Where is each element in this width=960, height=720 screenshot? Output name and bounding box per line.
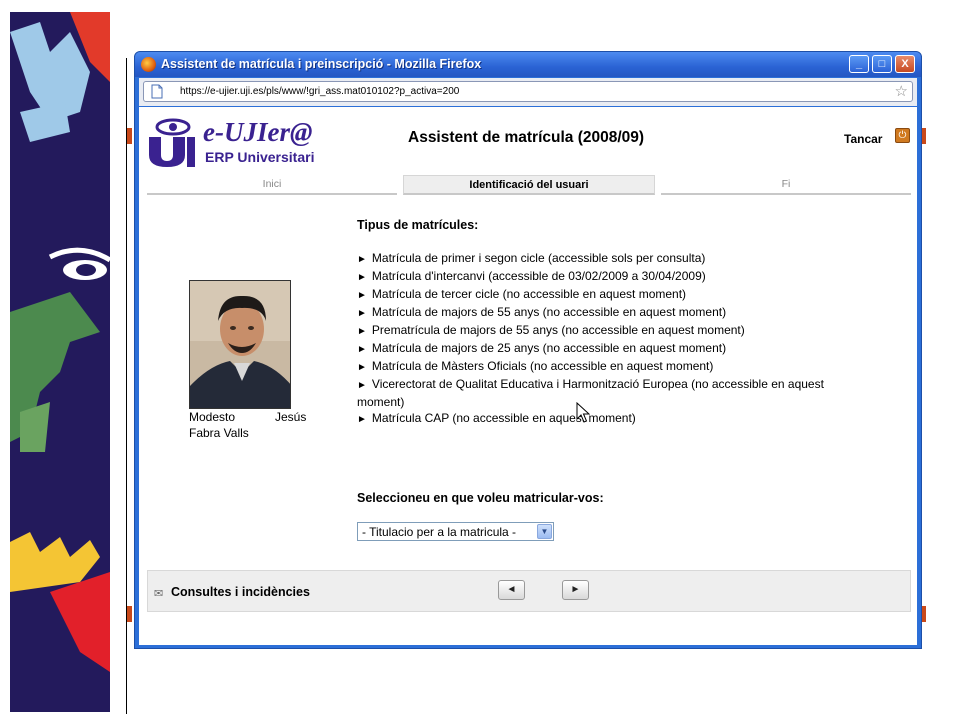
list-item-text: Matrícula de primer i segon cicle (acces… <box>371 251 706 265</box>
dropdown-arrow-icon[interactable]: ▼ <box>537 524 552 539</box>
brand-subtitle: ERP Universitari <box>205 149 315 165</box>
decorative-banner <box>10 12 110 712</box>
queries-link[interactable]: Consultes i incidències <box>171 585 310 599</box>
mail-icon: ✉ <box>154 588 164 600</box>
bullet-arrow-icon: ► <box>357 326 367 337</box>
middle-name: Jesús <box>275 410 307 424</box>
close-window-button[interactable]: X <box>895 55 915 73</box>
degree-select[interactable]: - Titulacio per a la matricula - ▼ <box>357 522 554 541</box>
list-item[interactable]: ► Matrícula d'intercanvi (accessible de 0… <box>357 268 837 286</box>
step-label: Fi <box>781 178 791 190</box>
step-end: Fi <box>661 175 911 195</box>
list-item-text: Matrícula CAP (no accessible en aquest m… <box>371 411 636 425</box>
url-text: https://e-ujier.uji.es/pls/www/!gri_ass.… <box>180 86 460 97</box>
list-item[interactable]: ► Matrícula de majors de 25 anys (no acce… <box>357 340 837 358</box>
first-name: Modesto <box>189 410 236 424</box>
slide-marker <box>127 606 132 622</box>
firefox-icon <box>141 57 156 72</box>
person-surnames: Fabra Valls <box>189 426 249 440</box>
mouse-cursor-icon <box>576 402 590 423</box>
ujier-logo[interactable]: e-UJIer@ ERP Universitari <box>147 111 337 169</box>
list-item[interactable]: ► Vicerectorat de Qualitat Educativa i Ha… <box>357 376 837 410</box>
list-item-text: Matrícula de tercer cicle (no accessible… <box>371 287 687 301</box>
address-bar[interactable]: https://e-ujier.uji.es/pls/www/!gri_ass.… <box>143 81 913 102</box>
bullet-arrow-icon: ► <box>357 272 367 283</box>
banner-artwork <box>10 12 110 712</box>
page-content: e-UJIer@ ERP Universitari Assistent de m… <box>139 107 917 645</box>
next-button[interactable]: ► <box>562 580 589 600</box>
bullet-arrow-icon: ► <box>357 254 367 265</box>
user-photo <box>189 280 291 409</box>
selected-value: - Titulacio per a la matricula - <box>362 525 517 539</box>
bullet-arrow-icon: ► <box>357 344 367 355</box>
step-identification: Identificació del usuari <box>403 175 655 195</box>
list-item-text: Vicerectorat de Qualitat Educativa i Har… <box>357 377 824 409</box>
list-item[interactable]: ► Matrícula de tercer cicle (no accessibl… <box>357 286 837 304</box>
close-link[interactable]: Tancar <box>844 132 882 146</box>
previous-button[interactable]: ◄ <box>498 580 525 600</box>
navigation-toolbar: https://e-ujier.uji.es/pls/www/!gri_ass.… <box>139 78 917 106</box>
list-item[interactable]: ► Matrícula de Màsters Oficials (no acces… <box>357 358 837 376</box>
maximize-button[interactable]: □ <box>872 55 892 73</box>
list-item-text: Matrícula d'intercanvi (accessible de 03… <box>371 269 706 283</box>
power-icon[interactable]: ⏻ <box>895 128 910 143</box>
bullet-arrow-icon: ► <box>357 380 367 391</box>
wizard-steps: Inici Identificació del usuari Fi <box>147 175 911 195</box>
list-item-text: Matrícula de Màsters Oficials (no access… <box>371 359 714 373</box>
bullet-arrow-icon: ► <box>357 308 367 319</box>
page-title: Assistent de matrícula (2008/09) <box>408 129 645 146</box>
list-item-text: Matrícula de majors de 55 anys (no acces… <box>371 305 727 319</box>
user-portrait <box>190 281 290 408</box>
browser-window: Assistent de matrícula i preinscripció -… <box>134 51 922 649</box>
bullet-arrow-icon: ► <box>357 290 367 301</box>
list-item-text: Prematrícula de majors de 55 anys (no ac… <box>371 323 745 337</box>
window-titlebar[interactable]: Assistent de matrícula i preinscripció -… <box>135 52 921 77</box>
brand-name: e-UJIer@ <box>203 117 313 147</box>
types-title: Tipus de matrícules: <box>357 218 479 232</box>
list-item-text: Matrícula de majors de 25 anys (no acces… <box>371 341 727 355</box>
list-item[interactable]: ► Matrícula de majors de 55 anys (no acce… <box>357 304 837 322</box>
footer-bar: ✉ Consultes i incidències ◄ ► <box>147 570 911 612</box>
step-label: Inici <box>262 178 282 190</box>
selection-title: Seleccioneu en que voleu matricular-vos: <box>357 491 604 505</box>
slide-marker <box>127 128 132 144</box>
enrollment-types-list: ► Matrícula de primer i segon cicle (acce… <box>357 250 837 428</box>
bullet-arrow-icon: ► <box>357 362 367 373</box>
step-label: Identificació del usuari <box>469 179 589 191</box>
step-start: Inici <box>147 175 397 195</box>
minimize-button[interactable]: _ <box>849 55 869 73</box>
list-item[interactable]: ► Matrícula CAP (no accessible en aquest … <box>357 410 837 428</box>
bullet-arrow-icon: ► <box>357 414 367 425</box>
bookmark-star-icon[interactable]: ☆ <box>895 82 908 100</box>
page-icon <box>151 84 163 99</box>
list-item[interactable]: ► Prematrícula de majors de 55 anys (no a… <box>357 322 837 340</box>
uji-logo-icon <box>147 115 197 167</box>
window-title: Assistent de matrícula i preinscripció -… <box>161 57 482 71</box>
list-item[interactable]: ► Matrícula de primer i segon cicle (acce… <box>357 250 837 268</box>
